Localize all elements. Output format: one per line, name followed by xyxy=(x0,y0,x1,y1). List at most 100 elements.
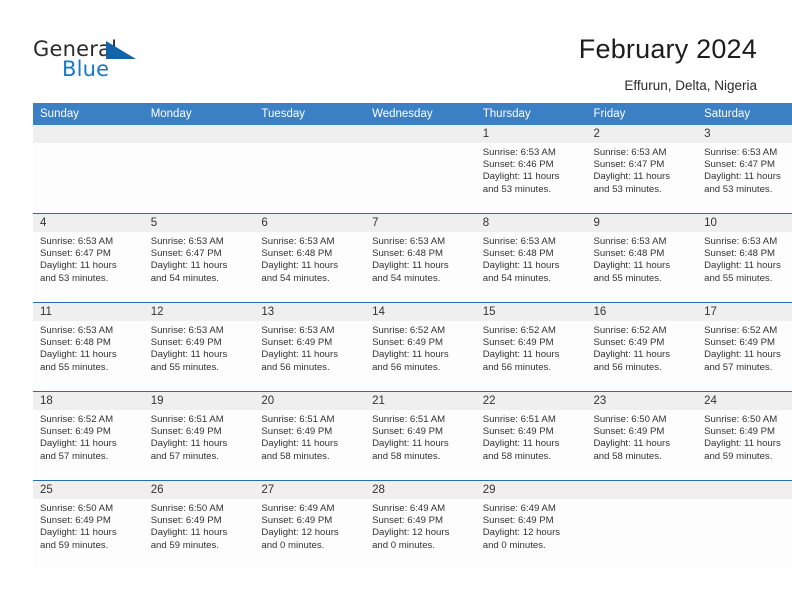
daylight-text-line2: and 54 minutes. xyxy=(150,272,219,284)
daylight-text-line1: Daylight: 11 hours xyxy=(482,349,560,361)
sunset-text: Sunset: 6:48 PM xyxy=(593,248,665,260)
sunrise-text: Sunrise: 6:53 AM xyxy=(593,147,667,158)
daylight-text-line1: Daylight: 11 hours xyxy=(372,349,449,361)
daylight-text-line2: and 54 minutes. xyxy=(482,272,552,284)
day-cell[interactable]: 2 Sunrise: 6:53 AM Sunset: 6:47 PM Daylight… xyxy=(586,125,698,214)
daylight-text-line1: Daylight: 11 hours xyxy=(372,260,449,272)
page-title: February 2024 xyxy=(578,34,757,64)
day-number: 3 xyxy=(697,125,792,143)
daylight-text-line2: and 56 minutes. xyxy=(593,361,662,373)
daylight-text-line1: Daylight: 11 hours xyxy=(704,349,781,361)
day-cell[interactable]: 27 Sunrise: 6:49 AM Sunset: 6:49 PM Dayligh… xyxy=(254,480,366,569)
sunrise-text: Sunrise: 6:53 AM xyxy=(150,325,224,336)
logo-text-blue: Blue xyxy=(62,57,110,81)
day-number: 16 xyxy=(586,303,698,321)
calendar-week-row: 4 Sunrise: 6:53 AM Sunset: 6:47 PM Daylight… xyxy=(33,213,792,303)
day-cell[interactable]: 23 Sunrise: 6:50 AM Sunset: 6:49 PM Dayligh… xyxy=(586,391,698,481)
general-blue-logo: General Blue xyxy=(33,38,153,86)
daylight-text-line1: Daylight: 12 hours xyxy=(372,527,450,539)
day-cell[interactable] xyxy=(586,480,698,569)
sunset-text: Sunset: 6:49 PM xyxy=(150,426,222,438)
day-cell[interactable]: 6 Sunrise: 6:53 AM Sunset: 6:48 PM Daylight… xyxy=(254,213,366,303)
day-cell[interactable]: 11 Sunrise: 6:53 AM Sunset: 6:48 PM Dayligh… xyxy=(33,302,144,392)
sunrise-text: Sunrise: 6:53 AM xyxy=(372,236,446,247)
daylight-text-line1: Daylight: 11 hours xyxy=(482,171,560,183)
day-number: 17 xyxy=(697,303,792,321)
day-cell[interactable]: 13 Sunrise: 6:53 AM Sunset: 6:49 PM Dayligh… xyxy=(254,302,366,392)
day-cell[interactable] xyxy=(143,125,255,214)
day-number: 5 xyxy=(143,214,255,232)
day-cell[interactable]: 21 Sunrise: 6:51 AM Sunset: 6:49 PM Dayligh… xyxy=(365,391,476,481)
day-number: 20 xyxy=(254,392,366,410)
daylight-text-line1: Daylight: 11 hours xyxy=(40,438,117,450)
daylight-text-line1: Daylight: 11 hours xyxy=(593,171,671,183)
day-cell[interactable]: 15 Sunrise: 6:52 AM Sunset: 6:49 PM Dayligh… xyxy=(475,302,587,392)
daylight-text-line2: and 54 minutes. xyxy=(372,272,441,284)
daylight-text-line2: and 58 minutes. xyxy=(482,450,552,462)
sunrise-text: Sunrise: 6:53 AM xyxy=(482,147,556,158)
day-cell[interactable]: 20 Sunrise: 6:51 AM Sunset: 6:49 PM Dayligh… xyxy=(254,391,366,481)
sunset-text: Sunset: 6:49 PM xyxy=(150,337,222,349)
day-cell[interactable]: 10 Sunrise: 6:53 AM Sunset: 6:48 PM Dayligh… xyxy=(697,213,792,303)
calendar-week-row: 18 Sunrise: 6:52 AM Sunset: 6:49 PM Dayligh… xyxy=(33,391,792,481)
day-cell[interactable]: 16 Sunrise: 6:52 AM Sunset: 6:49 PM Dayligh… xyxy=(586,302,698,392)
day-number: 26 xyxy=(143,481,255,499)
day-number xyxy=(254,125,366,143)
day-cell[interactable]: 26 Sunrise: 6:50 AM Sunset: 6:49 PM Dayligh… xyxy=(143,480,255,569)
day-number: 10 xyxy=(697,214,792,232)
daylight-text-line2: and 55 minutes. xyxy=(40,361,109,373)
daylight-text-line2: and 53 minutes. xyxy=(482,183,552,195)
day-cell[interactable]: 7 Sunrise: 6:53 AM Sunset: 6:48 PM Daylight… xyxy=(365,213,476,303)
daylight-text-line2: and 59 minutes. xyxy=(150,539,219,551)
day-cell[interactable]: 1 Sunrise: 6:53 AM Sunset: 6:46 PM Daylight… xyxy=(475,125,587,214)
page-location: Effurun, Delta, Nigeria xyxy=(624,78,757,93)
day-number: 18 xyxy=(33,392,144,410)
daylight-text-line1: Daylight: 11 hours xyxy=(150,438,228,450)
day-cell[interactable]: 4 Sunrise: 6:53 AM Sunset: 6:47 PM Daylight… xyxy=(33,213,144,303)
daylight-text-line1: Daylight: 11 hours xyxy=(704,438,781,450)
day-cell[interactable]: 8 Sunrise: 6:53 AM Sunset: 6:48 PM Daylight… xyxy=(475,213,587,303)
day-cell[interactable] xyxy=(697,480,792,569)
day-cell[interactable] xyxy=(33,125,144,214)
day-cell[interactable]: 5 Sunrise: 6:53 AM Sunset: 6:47 PM Daylight… xyxy=(143,213,255,303)
day-cell[interactable]: 9 Sunrise: 6:53 AM Sunset: 6:48 PM Daylight… xyxy=(586,213,698,303)
sunset-text: Sunset: 6:48 PM xyxy=(704,248,776,260)
day-number: 22 xyxy=(475,392,587,410)
sunrise-text: Sunrise: 6:53 AM xyxy=(261,236,335,247)
day-number: 19 xyxy=(143,392,255,410)
day-cell[interactable]: 25 Sunrise: 6:50 AM Sunset: 6:49 PM Dayligh… xyxy=(33,480,144,569)
day-number: 24 xyxy=(697,392,792,410)
day-cell[interactable]: 24 Sunrise: 6:50 AM Sunset: 6:49 PM Dayligh… xyxy=(697,391,792,481)
day-number: 8 xyxy=(475,214,587,232)
day-cell[interactable]: 12 Sunrise: 6:53 AM Sunset: 6:49 PM Dayligh… xyxy=(143,302,255,392)
day-cell[interactable]: 18 Sunrise: 6:52 AM Sunset: 6:49 PM Dayligh… xyxy=(33,391,144,481)
day-cell[interactable]: 22 Sunrise: 6:51 AM Sunset: 6:49 PM Dayligh… xyxy=(475,391,587,481)
sunset-text: Sunset: 6:49 PM xyxy=(40,426,111,438)
daylight-text-line2: and 57 minutes. xyxy=(150,450,219,462)
day-number: 9 xyxy=(586,214,698,232)
day-number: 25 xyxy=(33,481,144,499)
day-number: 6 xyxy=(254,214,366,232)
daylight-text-line1: Daylight: 11 hours xyxy=(40,260,117,272)
weekday-header-tuesday: Tuesday xyxy=(254,103,366,125)
daylight-text-line1: Daylight: 12 hours xyxy=(261,527,339,539)
sunrise-text: Sunrise: 6:52 AM xyxy=(593,325,667,336)
day-cell[interactable]: 19 Sunrise: 6:51 AM Sunset: 6:49 PM Dayligh… xyxy=(143,391,255,481)
sunset-text: Sunset: 6:49 PM xyxy=(482,426,554,438)
day-number: 11 xyxy=(33,303,144,321)
daylight-text-line1: Daylight: 12 hours xyxy=(482,527,561,539)
day-cell[interactable]: 28 Sunrise: 6:49 AM Sunset: 6:49 PM Dayligh… xyxy=(365,480,476,569)
day-cell[interactable]: 14 Sunrise: 6:52 AM Sunset: 6:49 PM Dayligh… xyxy=(365,302,476,392)
sunrise-text: Sunrise: 6:50 AM xyxy=(593,414,667,425)
calendar-table: Sunday Monday Tuesday Wednesday Thursday… xyxy=(33,103,792,569)
sunset-text: Sunset: 6:49 PM xyxy=(482,515,554,527)
sunrise-text: Sunrise: 6:53 AM xyxy=(482,236,556,247)
day-cell[interactable]: 29 Sunrise: 6:49 AM Sunset: 6:49 PM Dayligh… xyxy=(475,480,587,569)
day-cell[interactable] xyxy=(365,125,476,214)
day-cell[interactable]: 17 Sunrise: 6:52 AM Sunset: 6:49 PM Dayligh… xyxy=(697,302,792,392)
daylight-text-line2: and 54 minutes. xyxy=(261,272,330,284)
day-cell[interactable] xyxy=(254,125,366,214)
daylight-text-line1: Daylight: 11 hours xyxy=(593,260,671,272)
sunset-text: Sunset: 6:49 PM xyxy=(261,426,333,438)
day-cell[interactable]: 3 Sunrise: 6:53 AM Sunset: 6:47 PM Daylight… xyxy=(697,125,792,214)
